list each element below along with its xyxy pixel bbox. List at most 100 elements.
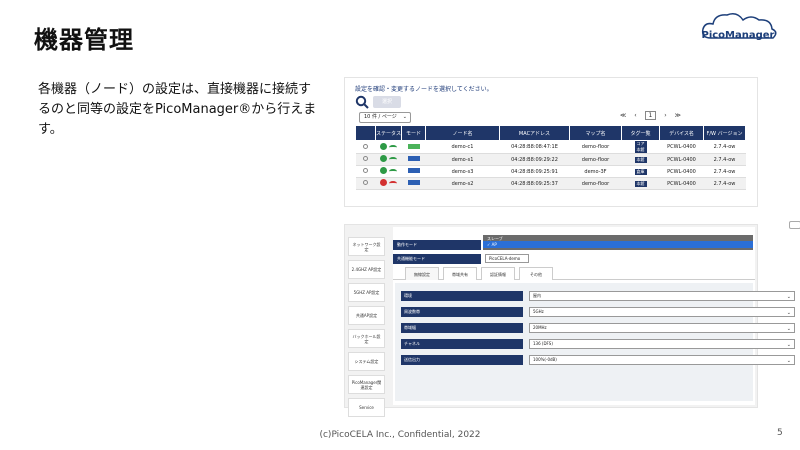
fw-version: 2.7.4-ow [703, 165, 746, 178]
select-button[interactable]: 選択 [373, 96, 401, 108]
wifi-icon [388, 169, 397, 174]
tab-wireless[interactable]: 無線設定 [405, 267, 439, 280]
pager-prev-button[interactable]: ‹ [634, 112, 636, 119]
mode-dropdown[interactable]: スレーブ ✓ AP [483, 235, 753, 250]
tab-other[interactable]: その他 [519, 267, 553, 280]
sidebar-item-24ghz-ap[interactable]: 2.4GHZ AP設定 [348, 260, 385, 279]
mac-address: 04:28:B8:08:47:1E [499, 140, 570, 154]
node-name: demo-s1 [425, 153, 500, 166]
per-page-select[interactable]: 10 件 / ページ ⌄ [359, 112, 411, 123]
col-node-name: ノード名 [425, 125, 500, 141]
node-name: demo-s3 [425, 165, 500, 178]
frequency-select[interactable]: 5GHz ⌄ [529, 307, 795, 317]
sidebar-item-5ghz-ap[interactable]: 5GHZ AP設定 [348, 283, 385, 302]
settings-sidebar: ネットワーク設定 2.4GHZ AP設定 5GHZ AP設定 共通AP設定 バッ… [348, 237, 385, 421]
bandwidth-select[interactable]: 20MHz ⌄ [529, 323, 795, 333]
row-radio[interactable] [363, 156, 368, 161]
channel-select[interactable]: 136 (DFS) ⌄ [529, 339, 795, 349]
dropdown-option-ap[interactable]: ✓ AP [483, 241, 753, 248]
status-ok-icon [380, 142, 388, 150]
status-ok-icon [380, 167, 388, 174]
chevron-down-icon: ⌄ [786, 342, 791, 348]
map-name: demo-3F [569, 165, 622, 178]
device-name: PCWL-0400 [659, 153, 704, 166]
col-fw: F/W バージョン [703, 125, 746, 141]
device-name: PCWL-0400 [659, 177, 704, 190]
fw-version: 2.7.4-ow [703, 140, 746, 154]
node-list-screenshot: 設定を確認・変更するノードを選択してください。 選択 10 件 / ページ ⌄ ≪… [344, 77, 758, 207]
tx-power-value: 100%(-0dB) [533, 357, 557, 362]
mode-badge [407, 180, 420, 185]
row-radio[interactable] [363, 143, 368, 149]
chevron-down-icon: ⌄ [786, 294, 791, 300]
device-name: PCWL-0400 [659, 165, 704, 178]
chevron-down-icon: ⌄ [402, 114, 407, 120]
node-settings-screenshot: ネットワーク設定 2.4GHZ AP設定 5GHZ AP設定 共通AP設定 バッ… [344, 221, 800, 417]
settings-tabs: 無線設定 帯域共有 認証情報 その他 [393, 263, 755, 280]
device-name: PCWL-0400 [659, 140, 704, 154]
channel-label: チャネル [401, 339, 523, 349]
bandwidth-label: 帯域幅 [401, 323, 523, 333]
mac-address: 04:28:B8:09:25:37 [499, 177, 570, 190]
window-icon[interactable] [789, 221, 800, 229]
sidebar-item-system[interactable]: システム設定 [348, 352, 385, 371]
tx-power-label: 送信出力 [401, 355, 523, 365]
map-name: demo-floor [569, 140, 622, 154]
mode-badge [407, 143, 420, 149]
search-icon[interactable] [355, 95, 369, 109]
cloud-icon [701, 13, 777, 39]
mac-address: 04:28:B8:09:25:91 [499, 165, 570, 178]
node-table: ステータス モード ノード名 MACアドレス マップ名 タグ一覧 デバイス名 F… [355, 125, 746, 190]
map-name: demo-floor [569, 153, 622, 166]
tag-badge: 本館 [634, 180, 647, 187]
tx-power-select[interactable]: 100%(-0dB) ⌄ [529, 355, 795, 365]
pagination: ≪ ‹ 1 › ≫ [617, 111, 684, 120]
col-status: ステータス [375, 125, 402, 141]
logo-text: PicoManager [701, 30, 775, 41]
common-mode-input[interactable]: PicoCELA-demo [485, 254, 529, 263]
table-row[interactable]: demo-c1 04:28:B8:08:47:1E demo-floor コア本… [355, 140, 746, 154]
row-radio[interactable] [363, 168, 368, 173]
environment-value: 屋内 [533, 293, 541, 298]
fw-version: 2.7.4-ow [703, 153, 746, 166]
bandwidth-value: 20MHz [533, 325, 547, 330]
wifi-icon [388, 157, 397, 162]
row-radio[interactable] [363, 180, 368, 185]
table-row[interactable]: demo-s3 04:28:B8:09:25:91 demo-3F 倉庫 PCW… [355, 165, 746, 178]
node-list-instruction: 設定を確認・変更するノードを選択してください。 [355, 86, 493, 93]
mode-label: 動作モード [393, 240, 481, 250]
per-page-value: 10 件 / ページ [364, 114, 397, 120]
chevron-down-icon: ⌄ [786, 358, 791, 364]
status-ok-icon [380, 155, 388, 162]
environment-label: 環境 [401, 291, 523, 301]
pager-first-button[interactable]: ≪ [620, 112, 626, 119]
frequency-value: 5GHz [533, 309, 544, 314]
tab-auth[interactable]: 認証情報 [481, 267, 515, 280]
fw-version: 2.7.4-ow [703, 177, 746, 190]
map-name: demo-floor [569, 177, 622, 190]
sidebar-item-network[interactable]: ネットワーク設定 [348, 237, 385, 256]
tag-badge: 倉庫 [634, 168, 647, 175]
table-row[interactable]: demo-s2 04:28:B8:09:25:37 demo-floor 本館 … [355, 177, 746, 190]
col-tags: タグ一覧 [621, 125, 660, 141]
environment-select[interactable]: 屋内 ⌄ [529, 291, 795, 301]
tab-bandwidth[interactable]: 帯域共有 [443, 267, 477, 280]
chevron-down-icon: ⌄ [786, 326, 791, 332]
pager-current-page[interactable]: 1 [644, 111, 657, 120]
col-mode: モード [401, 125, 426, 141]
sidebar-item-common-ap[interactable]: 共通AP設定 [348, 306, 385, 325]
chevron-down-icon: ⌄ [786, 310, 791, 316]
sidebar-item-service[interactable]: Service [348, 398, 385, 417]
sidebar-item-backhaul[interactable]: バックホール設定 [348, 329, 385, 348]
wifi-icon [388, 144, 397, 150]
table-row[interactable]: demo-s1 04:28:B8:09:29:22 demo-floor 本館 … [355, 153, 746, 166]
sidebar-item-picomanager[interactable]: PicoManager関連設定 [348, 375, 385, 394]
body-text: 各機器（ノード）の設定は、直接機器に接続するのと同等の設定をPicoManage… [38, 82, 317, 137]
col-device: デバイス名 [659, 125, 704, 141]
mac-address: 04:28:B8:09:29:22 [499, 153, 570, 166]
pager-last-button[interactable]: ≫ [675, 112, 681, 119]
picomanager-logo: PicoManager [693, 8, 783, 48]
col-select [355, 125, 376, 141]
pager-next-button[interactable]: › [664, 112, 666, 119]
col-mac: MACアドレス [499, 125, 570, 141]
